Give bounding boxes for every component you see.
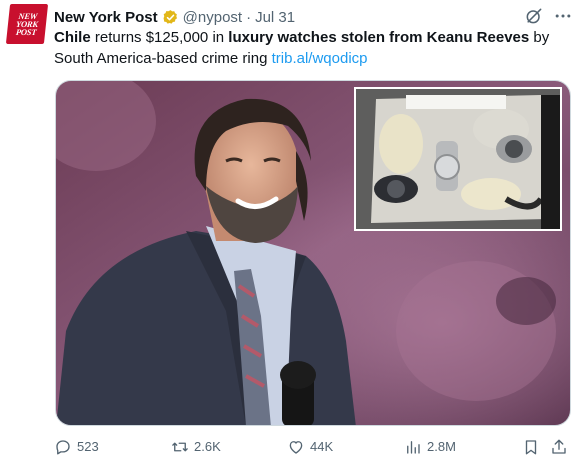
evidence-bag-watches-photo (356, 89, 560, 229)
text-segment-bold: Chile (54, 29, 91, 46)
verified-badge-icon (163, 9, 177, 24)
like-count: 44K (310, 439, 334, 454)
share-icon (552, 439, 566, 454)
text-segment: returns $125,000 in (90, 29, 229, 46)
account-avatar[interactable]: NEW YORK POST (5, 4, 49, 44)
account-name[interactable]: New York Post (54, 9, 158, 26)
bookmark-icon (525, 440, 537, 455)
repost-count: 2.6K (194, 439, 221, 454)
tweet-actions: 523 2.6K 44K 2.8M (54, 436, 574, 460)
tweet-header: New York Post @nypost · Jul 31 (54, 6, 534, 28)
bookmark-button[interactable] (522, 436, 545, 458)
account-handle[interactable]: @nypost (183, 9, 242, 26)
repost-icon (172, 442, 188, 452)
share-button[interactable] (550, 436, 573, 458)
tweet-text: Chile returns $125,000 in luxury watches… (54, 27, 574, 69)
header-separator: · (246, 8, 252, 26)
tweet-date[interactable]: Jul 31 (255, 9, 295, 26)
text-segment-bold: luxury watches stolen from Keanu Reeves (228, 29, 530, 46)
tweet-link[interactable]: trib.al/wqodicp (272, 50, 368, 67)
views-button[interactable]: 2.8M (404, 436, 456, 458)
more-icon[interactable] (553, 6, 573, 26)
like-icon (289, 441, 303, 454)
grok-icon[interactable] (524, 6, 544, 26)
avatar-line: POST (15, 27, 37, 37)
reply-icon (56, 440, 70, 455)
tweet-media[interactable] (55, 80, 571, 426)
inset-photo-frame (354, 87, 562, 231)
like-button[interactable]: 44K (287, 436, 333, 458)
views-icon (407, 441, 420, 454)
reply-count: 523 (77, 439, 99, 454)
repost-button[interactable]: 2.6K (171, 436, 221, 458)
reply-button[interactable]: 523 (54, 436, 99, 458)
views-count: 2.8M (427, 439, 456, 454)
